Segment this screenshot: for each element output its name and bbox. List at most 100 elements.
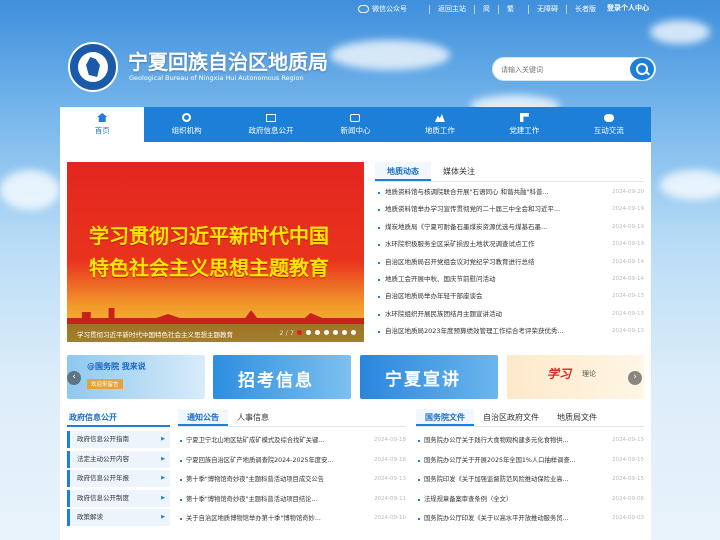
wechat-link[interactable]: 微信公众号 — [350, 5, 415, 14]
nav-gov-info[interactable]: 政府信息公开 — [229, 107, 313, 142]
promo-strip: @国务院 我来说 欢迎来留言 招考信息 宁夏宣讲 学习 理论 ‹ › — [67, 355, 644, 399]
gov-info-menu: 政府信息公开指南 法定主动公开内容 政府信息公开年报 政府信息公开制度 政策解读 — [67, 431, 170, 526]
banner-carousel[interactable]: 学习贯彻习近平新时代中国 特色社会主义思想主题教育 学习贯彻习近平新时代中国特色… — [67, 162, 364, 342]
gov-info-icon — [266, 113, 277, 122]
banner-dots — [297, 330, 356, 335]
site-subtitle: Geological Bureau of Ningxia Hui Autonom… — [129, 74, 304, 82]
party-icon — [519, 113, 529, 122]
simplified-link[interactable]: 简 — [474, 4, 498, 14]
back-to-main-link[interactable]: 返回主站 — [429, 4, 474, 14]
cloud-decoration — [650, 20, 710, 44]
banner-caption-bar: 学习贯彻习近平新时代中国特色社会主义思想主题教育 2 / 7 — [67, 324, 364, 342]
list-item[interactable]: 第十季"博物馆奇妙夜"主题科普活动项目成交公告 2024-09-13 — [178, 470, 406, 490]
list-item[interactable]: 第十季"博物馆奇妙夜"主题科普活动项目结论... 2024-09-11 — [178, 490, 406, 510]
policy-list: 国务院办公厅关于践行大食物观构建多元化食物供... 2024-09-15 国务院办… — [416, 431, 644, 529]
promo-card-ningxia-lecture[interactable]: 宁夏宣讲 — [360, 355, 498, 399]
site-logo[interactable] — [68, 42, 118, 92]
tab-personnel[interactable]: 人事信息 — [228, 409, 278, 426]
wechat-icon — [358, 5, 369, 13]
nav-interaction[interactable]: 互动交流 — [567, 107, 651, 142]
carousel-dot[interactable] — [333, 330, 338, 335]
list-item[interactable]: 水环院积极服务全区采矿损毁土地状况调查试点工作 2024-09-19 — [375, 236, 644, 253]
tab-geology-news[interactable]: 地质动态 — [375, 162, 431, 181]
tab-media-focus[interactable]: 媒体关注 — [431, 162, 487, 181]
home-icon — [97, 113, 108, 122]
list-item[interactable]: 自治区地质局2023年度预算绩效管理工作综合考评荣获优秀... 2024-09-1… — [375, 323, 644, 340]
list-item[interactable]: 国务院印发《关于加强监督防范风险推动保险业高... 2024-09-15 — [416, 470, 644, 490]
promo-card-recruitment[interactable]: 招考信息 — [213, 355, 351, 399]
list-item[interactable]: 地质资料馆举办学习宣传贯彻党的二十届三中全会和习近平... 2024-09-19 — [375, 201, 644, 218]
sidebar-item-system[interactable]: 政府信息公开制度 — [67, 489, 170, 507]
search-input[interactable] — [501, 62, 621, 78]
notices-list: 宁夏卫宁北山地区钴矿成矿模式及综合找矿关键... 2024-09-18 宁夏回族自… — [178, 431, 406, 529]
list-item[interactable]: 水环院组织开展民族团结月主题宣讲活动 2024-09-13 — [375, 306, 644, 323]
sidebar-item-guide[interactable]: 政府信息公开指南 — [67, 431, 170, 448]
list-item[interactable]: 自治区地质局举办年轻干部座谈会 2024-09-13 — [375, 288, 644, 305]
carousel-dot[interactable] — [315, 330, 320, 335]
login-link[interactable]: 登录个人中心 — [607, 3, 649, 13]
nav-geology-work[interactable]: 地质工作 — [398, 107, 482, 142]
carousel-dot[interactable] — [351, 330, 356, 335]
geology-icon — [434, 113, 445, 122]
skyline-decoration — [67, 308, 364, 324]
news-box: 地质动态 媒体关注 地质资料馆与核调院联合开展"石语同心 和谐共融"科普... 2… — [375, 162, 644, 344]
chevron-left-icon[interactable]: ‹ — [67, 371, 81, 385]
top-links: 微信公众号 返回主站 简 繁 无障碍 长者版 — [350, 3, 604, 15]
chevron-right-icon[interactable]: › — [628, 371, 642, 385]
carousel-dot[interactable] — [324, 330, 329, 335]
logo-emblem — [78, 52, 108, 82]
carousel-dot[interactable] — [306, 330, 311, 335]
notices-tabs: 通知公告 人事信息 — [178, 409, 406, 427]
nav-party-work[interactable]: 党建工作 — [482, 107, 566, 142]
site-title: 宁夏回族自治区地质局 — [128, 50, 328, 74]
gov-info-title: 政府信息公开 — [67, 409, 170, 427]
promo-card-study-theory[interactable]: 学习 理论 — [507, 355, 644, 399]
promo-card-state-council[interactable]: @国务院 我来说 欢迎来留言 — [67, 355, 205, 399]
list-item[interactable]: 宁夏卫宁北山地区钴矿成矿模式及综合找矿关键... 2024-09-18 — [178, 431, 406, 451]
org-icon — [182, 113, 192, 122]
list-item[interactable]: 关于自治区地质博物馆举办第十季"博物馆奇妙... 2024-09-10 — [178, 509, 406, 529]
banner-headline-2: 特色社会主义思想主题教育 — [89, 256, 329, 280]
tab-notices[interactable]: 通知公告 — [178, 409, 228, 426]
policy-tabs: 国务院文件 自治区政府文件 地质局文件 — [416, 409, 644, 427]
banner-caption[interactable]: 学习贯彻习近平新时代中国特色社会主义思想主题教育 — [77, 329, 233, 339]
sidebar-item-annual-report[interactable]: 政府信息公开年报 — [67, 470, 170, 487]
list-item[interactable]: 国务院办公厅关于践行大食物观构建多元化食物供... 2024-09-15 — [416, 431, 644, 451]
carousel-dot[interactable] — [342, 330, 347, 335]
traditional-link[interactable]: 繁 — [498, 4, 522, 14]
main-nav: 首页 组织机构 政府信息公开 新闻中心 地质工作 党建工作 互动交流 — [60, 107, 651, 142]
list-item[interactable]: 国务院办公厅关于开展2025年全国1%人口抽样调查... 2024-09-15 — [416, 451, 644, 471]
list-item[interactable]: 地质工会开展中秋、国庆节前慰问活动 2024-09-14 — [375, 271, 644, 288]
banner-pager: 2 / 7 — [279, 329, 294, 337]
policy-section: 国务院文件 自治区政府文件 地质局文件 国务院办公厅关于践行大食物观构建多元化食… — [416, 409, 644, 540]
tab-bureau-docs[interactable]: 地质局文件 — [548, 409, 606, 426]
list-item[interactable]: 自治区地质局召开党组会议对党纪学习教育进行总结 2024-09-14 — [375, 254, 644, 271]
list-item[interactable]: 法规规章备案审查条例（全文） 2024-09-06 — [416, 490, 644, 510]
list-item[interactable]: 宁夏回族自治区矿产地质调查院2024-2025年度安... 2024-09-18 — [178, 451, 406, 471]
carousel-dot[interactable] — [297, 330, 302, 335]
nav-organization[interactable]: 组织机构 — [144, 107, 228, 142]
cloud-decoration — [660, 170, 720, 200]
search-button[interactable] — [630, 58, 654, 80]
content-panel: 学习贯彻习近平新时代中国 特色社会主义思想主题教育 学习贯彻习近平新时代中国特色… — [60, 142, 651, 540]
news-icon — [350, 113, 361, 122]
tab-state-council-docs[interactable]: 国务院文件 — [416, 409, 474, 426]
sidebar-item-policy-interpretation[interactable]: 政策解读 — [67, 509, 170, 526]
top-bar: 微信公众号 返回主站 简 繁 无障碍 长者版 登录个人中心 — [0, 0, 720, 18]
banner-headline-1: 学习贯彻习近平新时代中国 — [89, 224, 329, 248]
list-item[interactable]: 地质资料馆与核调院联合开展"石语同心 和谐共融"科普... 2024-09-20 — [375, 184, 644, 201]
news-list: 地质资料馆与核调院联合开展"石语同心 和谐共融"科普... 2024-09-20 … — [375, 184, 644, 341]
notices-section: 通知公告 人事信息 宁夏卫宁北山地区钴矿成矿模式及综合找矿关键... 2024-0… — [178, 409, 406, 540]
chat-icon — [603, 113, 614, 122]
nav-home[interactable]: 首页 — [60, 107, 145, 142]
site-header: 宁夏回族自治区地质局 Geological Bureau of Ningxia … — [68, 40, 656, 100]
list-item[interactable]: 国务院办公厅印发《关于以高水平开放推动服务贸... 2024-09-03 — [416, 509, 644, 529]
accessibility-link[interactable]: 无障碍 — [528, 4, 566, 14]
nav-news[interactable]: 新闻中心 — [313, 107, 397, 142]
tab-region-gov-docs[interactable]: 自治区政府文件 — [474, 409, 548, 426]
news-tabs: 地质动态 媒体关注 — [375, 162, 644, 182]
list-item[interactable]: 煤炭地质局《宁夏可耐备石墨煤炭资源优选与煤基石墨... 2024-09-19 — [375, 219, 644, 236]
elder-mode-link[interactable]: 长者版 — [566, 4, 604, 14]
sidebar-item-statutory[interactable]: 法定主动公开内容 — [67, 450, 170, 468]
cloud-decoration — [0, 170, 60, 210]
